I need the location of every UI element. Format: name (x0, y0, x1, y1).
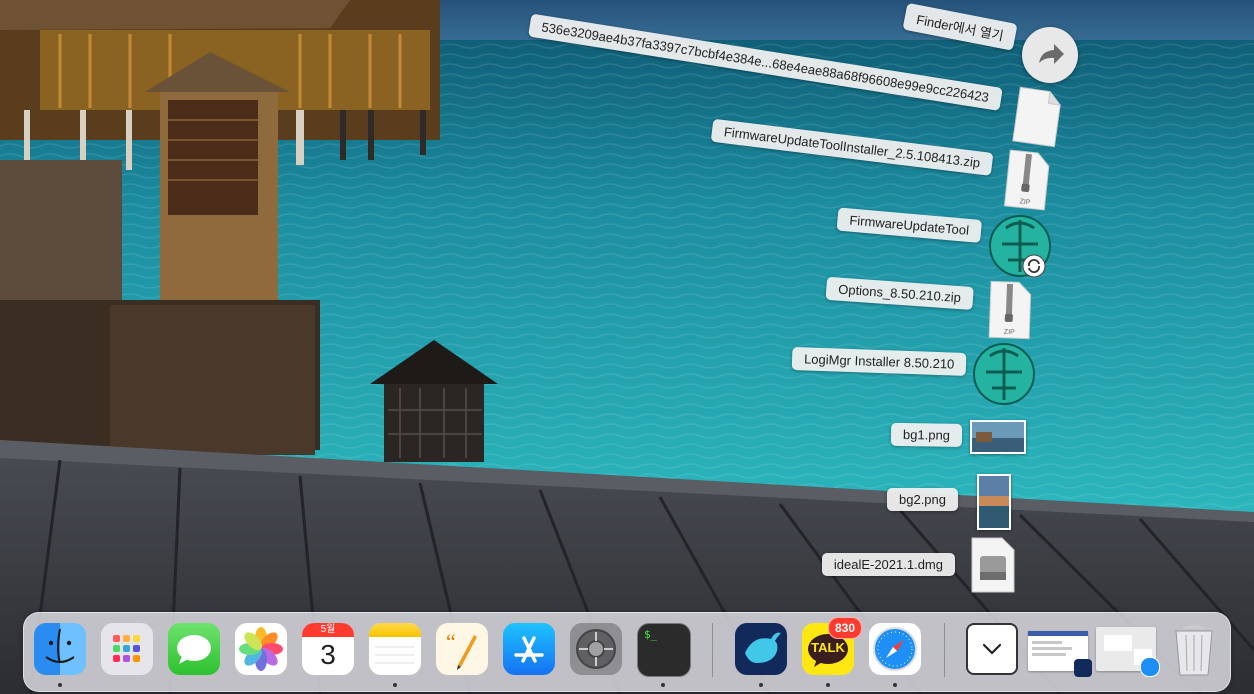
dock-separator (944, 623, 945, 677)
image-thumbnail-icon[interactable] (977, 474, 1011, 530)
pages-icon[interactable]: “ (436, 623, 488, 675)
trash-icon[interactable] (1168, 623, 1220, 676)
notification-badge: 830 (827, 617, 862, 639)
downloads-stack-icon[interactable] (966, 623, 1018, 675)
minimized-window-icon[interactable] (1028, 631, 1092, 677)
running-indicator (826, 683, 830, 687)
calendar-day: 3 (320, 639, 336, 670)
calendar-icon[interactable]: 5월 3 (302, 623, 354, 675)
stack-item-label[interactable]: bg1.png (890, 422, 963, 447)
minimized-window-icon[interactable] (1096, 627, 1160, 677)
stack-item-label[interactable]: bg2.png (887, 488, 958, 511)
svg-text:ZIP: ZIP (1019, 198, 1031, 206)
launchpad-icon[interactable] (101, 623, 153, 675)
calendar-month: 5월 (302, 623, 354, 637)
kakaotalk-icon[interactable]: TALK 830 (802, 617, 862, 675)
terminal-icon[interactable]: $_ (637, 623, 691, 677)
desktop-wallpaper (0, 0, 1254, 694)
document-icon[interactable] (1010, 85, 1064, 154)
safari-badge-icon (1140, 657, 1160, 677)
running-indicator (759, 683, 763, 687)
app-store-icon[interactable] (503, 623, 555, 675)
notes-icon[interactable] (369, 623, 421, 675)
open-in-finder-button[interactable] (1022, 27, 1078, 83)
image-thumbnail-icon[interactable] (970, 420, 1026, 454)
whale-badge-icon (1074, 659, 1092, 677)
terminal-prompt: $_ (644, 628, 658, 641)
disk-image-icon[interactable] (970, 536, 1016, 599)
zip-icon[interactable]: ZIP (1002, 148, 1053, 217)
svg-text:“: “ (446, 629, 456, 654)
running-indicator (393, 683, 397, 687)
dock-separator (712, 623, 713, 677)
safari-icon[interactable] (869, 623, 921, 675)
dock: 5월 3 “ $_ TALK 830 (23, 612, 1231, 692)
whale-browser-icon[interactable] (735, 623, 787, 675)
stack-item-label[interactable]: idealE-2021.1.dmg (821, 553, 955, 576)
system-preferences-icon[interactable] (570, 623, 622, 675)
running-indicator (58, 683, 62, 687)
arrow-forward-icon (1039, 44, 1064, 64)
running-indicator (893, 683, 897, 687)
photos-icon[interactable] (235, 623, 287, 675)
messages-icon[interactable] (168, 623, 220, 675)
finder-icon[interactable] (34, 623, 86, 675)
logitech-installer-icon[interactable] (972, 342, 1036, 413)
svg-text:ZIP: ZIP (1004, 329, 1015, 336)
running-indicator (661, 683, 665, 687)
logitech-update-icon[interactable] (988, 214, 1052, 285)
kakaotalk-label: TALK (811, 640, 845, 655)
zip-icon[interactable]: ZIP (987, 279, 1033, 345)
